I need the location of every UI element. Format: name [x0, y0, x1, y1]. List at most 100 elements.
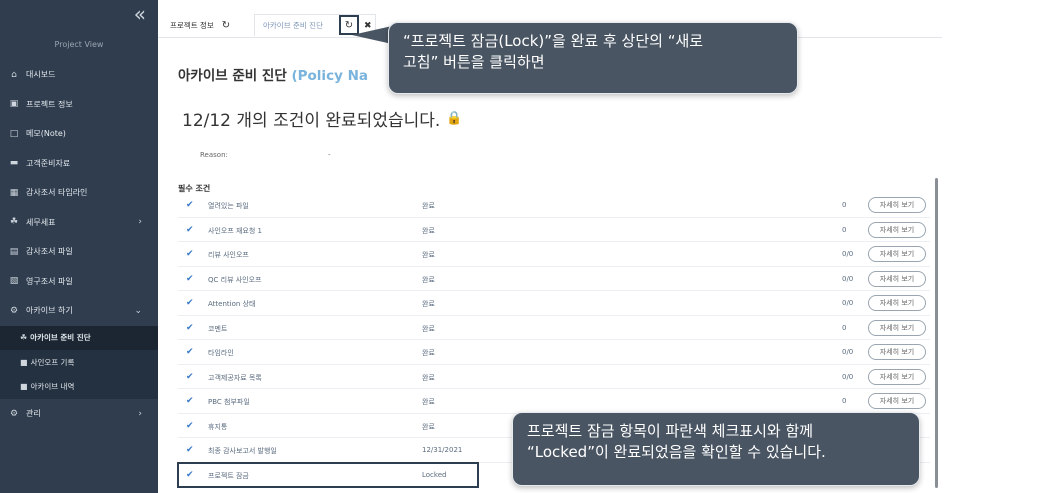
- table-row: ✔ 열려있는 파일 완료 0 자세히 보기: [178, 193, 930, 218]
- condition-name: Attention 상태: [208, 300, 256, 308]
- condition-count: 0/0: [842, 299, 854, 307]
- check-icon: ✔: [186, 469, 194, 480]
- tab-label: 프로젝트 정보: [170, 20, 214, 30]
- sidebar-item-archive[interactable]: ⚙ 아카이브 하기 ⌄: [0, 296, 158, 326]
- condition-count: 0/0: [842, 372, 854, 381]
- condition-name: 리뷰 사인오프: [208, 251, 249, 259]
- condition-status: 완료: [422, 275, 435, 284]
- view-details-button[interactable]: 자세히 보기: [868, 270, 926, 287]
- archive-icon: ⚙: [9, 305, 19, 316]
- condition-name: 최종 감사보고서 발행일: [208, 447, 277, 455]
- table-row: ✔ PBC 첨부파일 완료 0 자세히 보기: [178, 389, 930, 414]
- sidebar-item-label: 영구조서 파일: [26, 276, 73, 286]
- condition-status: 12/31/2021: [422, 446, 463, 454]
- sidebar-item-label: 고객준비자료: [26, 158, 71, 168]
- check-icon: ✔: [186, 371, 194, 382]
- callout-text: “프로젝트 잠금(Lock)”을 완료 후 상단의 “새로 고침” 버튼을 클릭…: [403, 32, 704, 71]
- check-icon: ✔: [186, 445, 194, 455]
- page-title-text: 아카이브 준비 진단: [178, 68, 287, 84]
- table-row: ✔ 사인오프 재요청 1 완료 0 자세히 보기: [178, 218, 930, 242]
- condition-count: 0: [842, 323, 847, 332]
- sidebar-item-project-info[interactable]: ▣ 프로젝트 정보: [0, 90, 158, 120]
- sidebar-subitem-archive-diagnosis[interactable]: ☘ 아카이브 준비 진단: [0, 325, 158, 350]
- diagnosis-icon: ☘: [20, 333, 28, 343]
- condition-name: 코멘트: [208, 324, 228, 333]
- condition-status: 완료: [422, 373, 435, 382]
- condition-name: QC 리뷰 사인오프: [208, 275, 262, 284]
- sidebar-item-label: 프로젝트 정보: [26, 99, 73, 109]
- chevron-right-icon: ›: [138, 408, 142, 419]
- view-details-button[interactable]: 자세히 보기: [868, 295, 926, 311]
- sidebar-item-dashboard[interactable]: ⌂ 대시보드: [0, 60, 158, 90]
- condition-status: 완료: [422, 300, 435, 308]
- view-details-button[interactable]: 자세히 보기: [868, 368, 926, 385]
- condition-count: 0: [842, 225, 847, 234]
- tax-icon: ☘: [9, 217, 19, 228]
- sidebar-item-note[interactable]: □ 메모(Note): [0, 119, 158, 149]
- sidebar-item-label: 대시보드: [26, 70, 56, 80]
- refresh-icon[interactable]: ↻: [222, 20, 230, 31]
- table-row: ✔ 고객제공자료 목록 완료 0/0 자세히 보기: [178, 365, 930, 389]
- gear-icon: ⚙: [9, 408, 19, 419]
- sidebar-item-timeline[interactable]: ▦ 감사조서 타임라인: [0, 178, 158, 208]
- client-docs-icon: ▬: [9, 158, 19, 169]
- app-window: « Project View ⌂ 대시보드 ▣ 프로젝트 정보 □ 메모(Not…: [0, 0, 1048, 493]
- sidebar-item-permanent-file[interactable]: ▧ 영구조서 파일: [0, 267, 158, 297]
- signoff-icon: ■: [20, 357, 28, 367]
- table-row-project-lock: ✔ 프로젝트 잠금 Locked: [177, 461, 479, 488]
- sidebar-subitem-label: 사인오프 기록: [30, 357, 75, 367]
- view-details-button[interactable]: 자세히 보기: [868, 319, 926, 336]
- workpaper-icon: ▤: [9, 246, 19, 257]
- policy-name: (Policy Na: [291, 68, 368, 84]
- sidebar-subitem-label: 아카이브 준비 진단: [30, 333, 91, 343]
- condition-status: 완료: [422, 202, 435, 210]
- condition-name: 고객제공자료 목록: [208, 373, 262, 382]
- check-icon: ✔: [186, 249, 194, 259]
- permanent-file-icon: ▧: [9, 276, 19, 287]
- check-icon: ✔: [186, 396, 194, 406]
- table-row: ✔ 코멘트 완료 0 자세히 보기: [178, 316, 930, 340]
- condition-status: 완료: [422, 226, 435, 235]
- sidebar-subitem-signoff-history[interactable]: ■ 사인오프 기록: [0, 350, 158, 375]
- check-icon: ✔: [186, 200, 194, 210]
- reason-value: -: [328, 151, 331, 159]
- sidebar-item-admin[interactable]: ⚙ 관리 ›: [0, 399, 158, 429]
- sidebar-item-tax[interactable]: ☘ 세무세표 ›: [0, 208, 158, 238]
- condition-name: 프로젝트 잠금: [208, 471, 249, 480]
- view-details-button[interactable]: 자세히 보기: [868, 344, 926, 360]
- view-details-button[interactable]: 자세히 보기: [868, 246, 926, 262]
- view-details-button[interactable]: 자세히 보기: [868, 197, 926, 213]
- sidebar-item-label: 감사조서 파일: [26, 247, 73, 257]
- check-icon: ✔: [186, 420, 194, 431]
- sidebar-menu: ⌂ 대시보드 ▣ 프로젝트 정보 □ 메모(Note) ▬ 고객준비자료 ▦ 감…: [0, 60, 158, 429]
- sidebar-item-workpaper[interactable]: ▤ 감사조서 파일: [0, 237, 158, 267]
- view-details-button[interactable]: 자세히 보기: [868, 221, 926, 238]
- sidebar-item-client-docs[interactable]: ▬ 고객준비자료: [0, 149, 158, 179]
- sidebar-item-label: 아카이브 하기: [26, 306, 73, 316]
- sidebar-item-label: 감사조서 타임라인: [26, 188, 88, 198]
- condition-name: 사인오프 재요청 1: [208, 226, 262, 235]
- completion-status-text: 12/12 개의 조건이 완료되었습니다.: [182, 111, 441, 131]
- archive-history-icon: ■: [20, 382, 28, 392]
- condition-count: 0: [842, 397, 847, 405]
- view-details-button[interactable]: 자세히 보기: [868, 393, 926, 409]
- condition-count: 0: [842, 201, 847, 209]
- callout-text: 프로젝트 잠금 항목이 파란색 체크표시와 함께 “Locked”이 완료되었음…: [527, 422, 826, 461]
- condition-name: 휴지통: [208, 422, 228, 431]
- chevron-right-icon: ›: [138, 217, 142, 228]
- sidebar-item-label: 관리: [26, 409, 41, 419]
- check-icon: ✔: [186, 322, 194, 333]
- collapse-sidebar-icon[interactable]: «: [134, 4, 146, 24]
- calendar-icon: ▦: [9, 187, 19, 198]
- condition-count: 0/0: [842, 348, 854, 356]
- reason-label: Reason:: [200, 151, 228, 159]
- tab-project-info[interactable]: 프로젝트 정보 ↻: [170, 14, 230, 36]
- project-view-label: Project View: [54, 40, 104, 49]
- completion-status: 12/12 개의 조건이 완료되었습니다. 🔒: [182, 106, 462, 131]
- home-icon: ⌂: [11, 69, 17, 80]
- sidebar-subitem-archive-history[interactable]: ■ 아카이브 내역: [0, 375, 158, 400]
- condition-status: Locked: [422, 470, 447, 479]
- condition-name: 열려있는 파일: [208, 202, 249, 210]
- content-scrollbar[interactable]: [935, 178, 938, 488]
- check-icon: ✔: [186, 347, 194, 357]
